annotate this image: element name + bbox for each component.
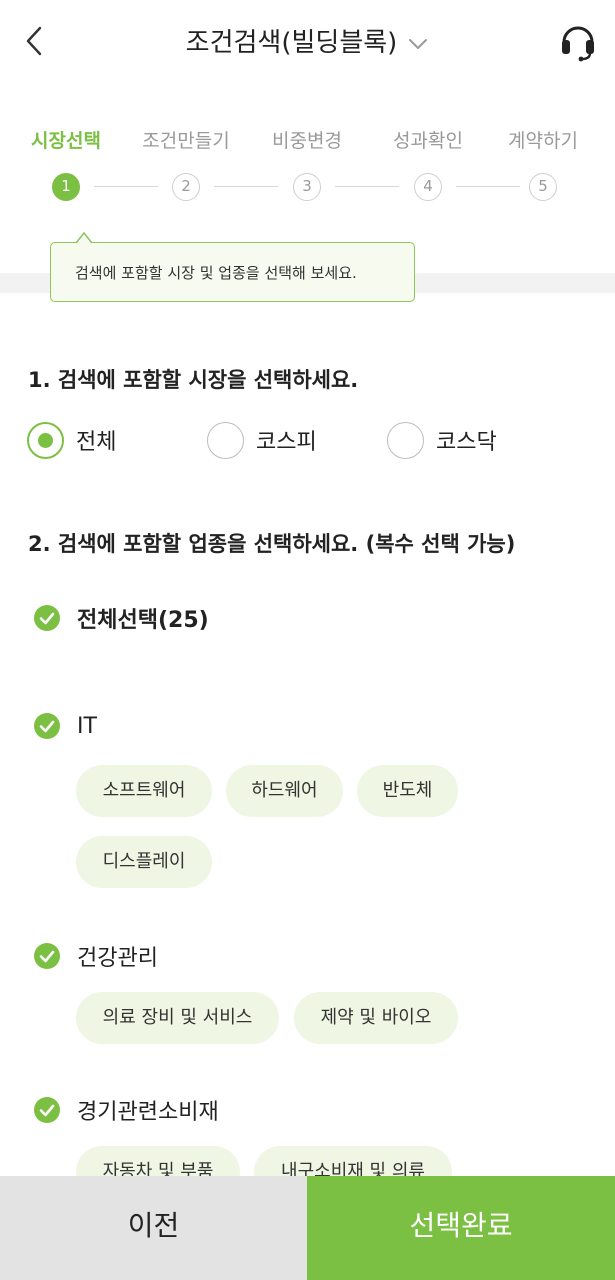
- hint-tooltip: 검색에 포함할 시장 및 업종을 선택해 보세요.: [50, 242, 415, 302]
- select-all-label: 전체선택(25): [77, 608, 209, 633]
- step-label-market: 시장선택: [31, 130, 101, 152]
- chevron-down-icon: [409, 38, 428, 49]
- prev-button[interactable]: 이전: [0, 1176, 307, 1280]
- bottom-action-bar: 이전 선택완료: [0, 1176, 615, 1280]
- tooltip-arrow: [76, 232, 92, 244]
- chip-hardware[interactable]: 하드웨어: [226, 765, 343, 817]
- market-option-all[interactable]: 전체: [27, 420, 116, 460]
- step-3-dot: 3: [293, 173, 321, 201]
- check-circle-icon[interactable]: [33, 942, 61, 970]
- select-all-checkbox[interactable]: 전체선택(25): [33, 602, 209, 634]
- chip-software[interactable]: 소프트웨어: [76, 765, 212, 817]
- chip-pharma-bio[interactable]: 제약 및 바이오: [294, 992, 458, 1044]
- sector-section-title: 2. 검색에 포함할 업종을 선택하세요. (복수 선택 가능): [28, 532, 516, 556]
- page-title-dropdown[interactable]: 조건검색(빌딩블록): [0, 22, 615, 59]
- step-label-conditions: 조건만들기: [142, 130, 230, 152]
- step-label-weights: 비중변경: [272, 130, 342, 152]
- market-option-label: 전체: [76, 430, 117, 455]
- market-option-kospi[interactable]: 코스피: [207, 420, 317, 460]
- category-consumer-discretionary[interactable]: 경기관련소비재: [33, 1094, 219, 1126]
- check-circle-icon[interactable]: [33, 604, 61, 632]
- market-option-label: 코스닥: [436, 430, 497, 455]
- step-label-contract: 계약하기: [508, 130, 578, 152]
- headset-icon[interactable]: [559, 20, 597, 62]
- radio-unchecked-icon[interactable]: [387, 421, 424, 459]
- step-connector: [94, 186, 158, 187]
- step-1-dot: 1: [52, 173, 80, 201]
- step-2-dot: 2: [172, 173, 200, 201]
- step-label-performance: 성과확인: [393, 130, 463, 152]
- step-4-dot: 4: [414, 173, 442, 201]
- complete-selection-button[interactable]: 선택완료: [307, 1176, 615, 1280]
- page-title: 조건검색(빌딩블록): [185, 28, 398, 58]
- category-health[interactable]: 건강관리: [33, 940, 158, 972]
- step-connector: [214, 186, 278, 187]
- step-5-dot: 5: [529, 173, 557, 201]
- category-label: 경기관련소비재: [77, 1100, 219, 1125]
- check-circle-icon[interactable]: [33, 712, 61, 740]
- step-connector: [335, 186, 399, 187]
- radio-checked-icon[interactable]: [27, 421, 64, 459]
- step-indicator: 시장선택 조건만들기 비중변경 성과확인 계약하기 1 2 3 4 5: [0, 120, 615, 210]
- app-header: 조건검색(빌딩블록): [0, 0, 615, 84]
- step-connector: [456, 186, 520, 187]
- category-label: IT: [77, 713, 97, 739]
- chip-display[interactable]: 디스플레이: [76, 836, 212, 888]
- chip-semiconductor[interactable]: 반도체: [357, 765, 458, 817]
- tooltip-text: 검색에 포함할 시장 및 업종을 선택해 보세요.: [75, 264, 357, 282]
- category-it[interactable]: IT: [33, 712, 97, 740]
- market-option-kosdaq[interactable]: 코스닥: [387, 420, 497, 460]
- check-circle-icon[interactable]: [33, 1096, 61, 1124]
- category-label: 건강관리: [77, 946, 158, 971]
- chip-medical-equipment[interactable]: 의료 장비 및 서비스: [76, 992, 279, 1044]
- market-section-title: 1. 검색에 포함할 시장을 선택하세요.: [28, 368, 359, 392]
- market-option-label: 코스피: [256, 430, 317, 455]
- radio-unchecked-icon[interactable]: [207, 421, 244, 459]
